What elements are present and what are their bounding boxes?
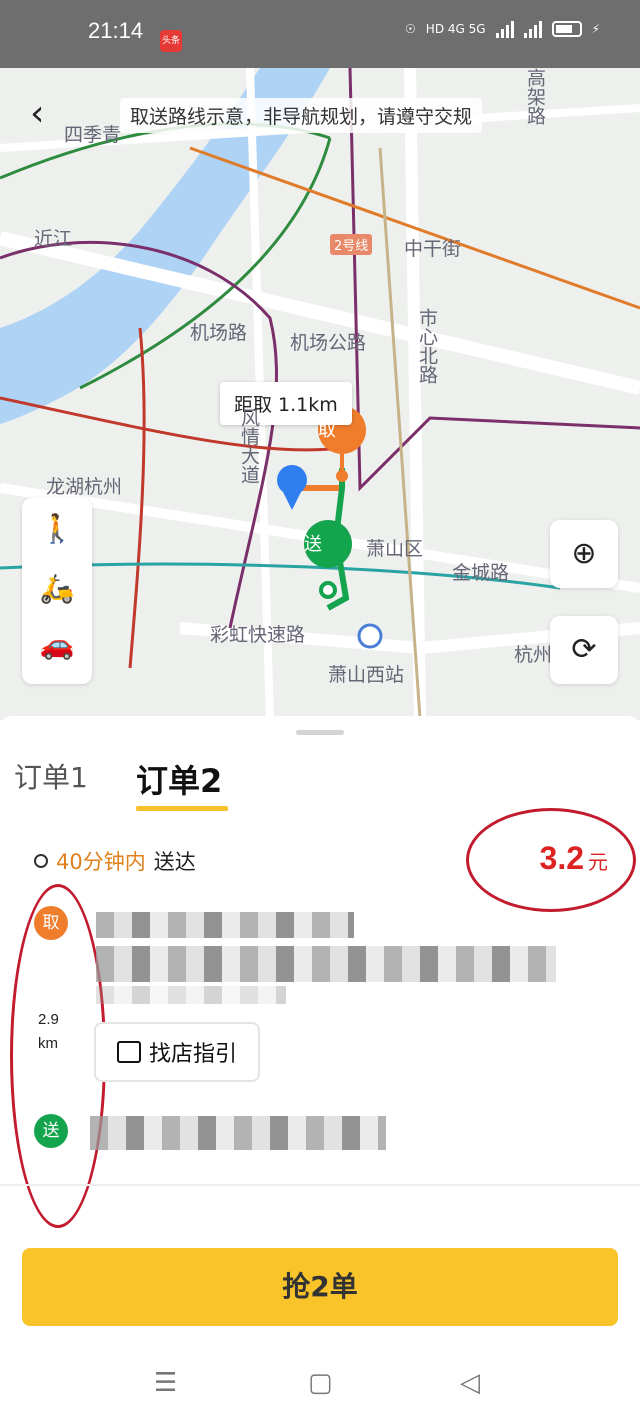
refresh-icon: ⟳ [571,632,597,667]
status-time: 21:14 [88,18,144,43]
back-triangle-icon[interactable]: ◁ [460,1368,480,1398]
charging-icon: ⚡ [591,22,600,36]
location-icon: ☉ [405,22,416,36]
active-tab-indicator [136,806,228,811]
travel-mode-panel: 🚶 🛵 🚗 [22,498,92,684]
crosshair-icon: ⊕ [571,536,597,571]
eta-suffix: 送达 [153,850,196,874]
map-view[interactable]: ‹ 取送路线示意，非导航规划，请遵守交规 距取 1.1km 取 送 四季青 近江… [0,68,640,720]
pickup-floor-redacted [96,986,286,1004]
status-icons: ☉ HD 4G 5G ⚡ [405,20,600,38]
dropoff-marker-label: 送 [304,534,322,555]
map-label-rainbow: 彩虹快速路 [210,624,306,646]
divider [0,1184,640,1186]
refresh-button[interactable]: ⟳ [550,616,618,684]
signal-icon [495,20,514,38]
map-label-hangzhou: 杭州 [514,644,553,666]
locate-button[interactable]: ⊕ [550,520,618,588]
tab-order-2[interactable]: 订单2 [136,756,222,802]
route-notice: 取送路线示意，非导航规划，请遵守交规 [120,98,483,133]
battery-icon [551,21,582,37]
signal-icon [523,20,542,38]
map-label-fengqing: 风情大道 [238,408,260,484]
eta-row: 40分钟内 送达 [34,846,196,876]
scooter-icon[interactable]: 🛵 [22,572,92,605]
map-label-xiaoshan-west: 萧山西站 [328,664,405,686]
map-label-jincheng: 金城路 [452,562,510,584]
map-label-siji: 四季青 [64,124,122,146]
tab-order-1[interactable]: 订单1 [14,756,88,796]
metro-line-badge: 2号线 [330,234,373,255]
map-label-elevated: 高架路 [524,68,546,125]
store-guide-button[interactable]: 找店指引 [94,1022,260,1082]
app-badge: 头条 [160,30,182,52]
menu-icon[interactable]: ☰ [154,1368,177,1398]
map-label-zhonggan: 中干街 [404,238,462,260]
map-label-airport-hwy: 机场公路 [290,332,367,354]
annotation-circle-price [466,808,636,912]
map-label-xiaoshan: 萧山区 [366,538,424,560]
timer-icon [34,854,48,868]
grab-orders-button[interactable]: 抢2单 [22,1248,618,1326]
pickup-marker-label: 取 [318,420,336,441]
map-label-airport-rd: 机场路 [190,322,248,344]
map-label-shixin: 市心北路 [416,308,438,384]
store-guide-label: 找店指引 [148,1042,237,1067]
car-icon[interactable]: 🚗 [22,628,92,661]
home-icon[interactable]: ▢ [308,1368,333,1398]
hd-network: HD 4G 5G [425,22,486,36]
walk-icon[interactable]: 🚶 [22,512,92,545]
map-label-jinjiang: 近江 [34,228,73,250]
store-icon [116,1041,141,1063]
dropoff-address-redacted [90,1116,386,1150]
system-nav-bar: ☰ ▢ ◁ [0,1350,640,1422]
status-bar: 21:14 头条 ☉ HD 4G 5G ⚡ [0,0,640,68]
drag-handle[interactable] [296,730,344,735]
pickup-address-redacted [96,946,556,982]
annotation-circle-route [10,884,106,1228]
eta-time: 40分钟内 [56,850,146,874]
pickup-name-redacted [96,912,354,938]
